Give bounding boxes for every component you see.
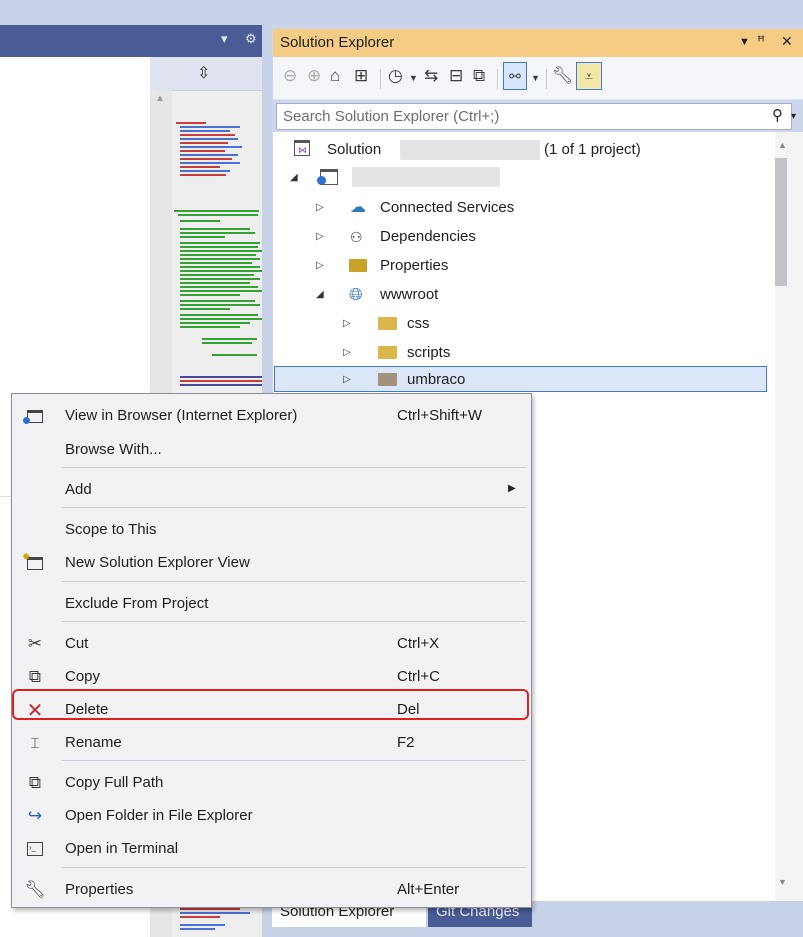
- properties-wrench-icon[interactable]: 🔧︎: [552, 66, 574, 86]
- switch-views-icon[interactable]: ⊞: [354, 66, 368, 86]
- window-position-dropdown-icon[interactable]: ▼: [739, 36, 750, 48]
- menu-separator: [61, 507, 526, 508]
- solution-label: Solution: [327, 141, 382, 158]
- redacted-solution-name: [400, 140, 540, 160]
- menu-item-open-in-terminal[interactable]: ›_ Open in Terminal: [12, 833, 531, 865]
- tree-item-label: Dependencies: [380, 228, 476, 245]
- copy-icon: ⧉: [28, 667, 42, 686]
- scroll-down-icon[interactable]: ▼: [778, 877, 787, 887]
- solution-explorer-search-input[interactable]: Search Solution Explorer (Ctrl+;) ⚲: [276, 103, 792, 130]
- copy-path-icon: ⧉: [28, 773, 42, 792]
- tree-scroll-thumb[interactable]: [775, 158, 787, 286]
- web-project-icon: [317, 169, 338, 185]
- search-placeholder: Search Solution Explorer (Ctrl+;): [283, 108, 500, 125]
- redacted-project-name: [352, 167, 500, 187]
- terminal-icon: ›_: [24, 838, 46, 860]
- filter-dropdown-icon[interactable]: ▼: [409, 73, 418, 83]
- scroll-up-icon[interactable]: ▲: [155, 93, 165, 104]
- tree-item-label: scripts: [407, 344, 451, 361]
- tab-dropdown-icon[interactable]: ▾: [221, 31, 228, 47]
- menu-separator: [61, 621, 526, 622]
- collapsed-arrow-icon[interactable]: ▷: [316, 224, 324, 250]
- close-icon[interactable]: ✕: [781, 33, 793, 50]
- window-frame-top: [0, 0, 803, 25]
- split-icon[interactable]: ⇳: [197, 63, 210, 83]
- wrench-folder-icon: [349, 259, 367, 272]
- menu-separator: [61, 867, 526, 868]
- sync-with-document-icon[interactable]: ⇆: [424, 66, 438, 86]
- menu-separator: [61, 467, 526, 468]
- menu-item-view-in-browser[interactable]: View in Browser (Internet Explorer) Ctrl…: [12, 400, 531, 432]
- collapse-all-icon[interactable]: ⊟: [449, 66, 463, 86]
- menu-item-open-folder-in-file-explorer[interactable]: ↪ Open Folder in File Explorer: [12, 800, 531, 832]
- wrench-icon: 🔧︎: [24, 880, 46, 899]
- menu-item-copy-full-path[interactable]: ⧉ Copy Full Path: [12, 767, 531, 799]
- menu-item-new-solution-explorer-view[interactable]: ✸ New Solution Explorer View: [12, 547, 531, 579]
- dependencies-icon: ⚇: [350, 229, 363, 245]
- menu-item-rename[interactable]: ⌶ Rename F2: [12, 727, 531, 759]
- expanded-arrow-icon[interactable]: ◢: [316, 282, 324, 308]
- show-all-files-icon[interactable]: ⧉: [473, 66, 485, 86]
- solution-explorer-titlebar: Solution Explorer ▼ ꟸ ✕: [273, 29, 803, 57]
- menu-item-cut[interactable]: ✂ Cut Ctrl+X: [12, 628, 531, 660]
- collapsed-arrow-icon[interactable]: ▷: [343, 367, 351, 393]
- open-folder-arrow-icon: ↪: [27, 806, 43, 825]
- view-dropdown-icon[interactable]: ▼: [531, 73, 540, 83]
- class-view-icon[interactable]: ⚯: [503, 62, 527, 90]
- back-icon[interactable]: ⊖: [283, 66, 297, 86]
- tree-item-label: css: [407, 315, 430, 332]
- solution-icon: ⋈: [294, 140, 310, 156]
- preview-selected-items-icon[interactable]: ⩡: [576, 62, 602, 90]
- menu-item-properties[interactable]: 🔧︎ Properties Alt+Enter: [12, 874, 531, 906]
- home-icon[interactable]: ⌂: [330, 66, 340, 86]
- tree-item-label: wwwroot: [380, 286, 439, 303]
- solution-explorer-toolbar: ⊖ ⊕ ⌂ ⊞ ◷ ▼ ⇆ ⊟ ⧉ ⚯ ▼ 🔧︎ ⩡: [273, 57, 803, 100]
- scissors-icon: ✂: [27, 634, 43, 653]
- tree-item-label: Properties: [380, 257, 449, 274]
- tree-item-label: umbraco: [407, 371, 466, 388]
- editor-tab-header: ▾ ⚙: [0, 25, 271, 57]
- folder-icon: [378, 373, 397, 386]
- context-menu: View in Browser (Internet Explorer) Ctrl…: [11, 393, 532, 908]
- new-view-icon: ✸: [22, 552, 46, 574]
- menu-separator: [61, 581, 526, 582]
- forward-icon[interactable]: ⊕: [307, 66, 321, 86]
- menu-item-scope-to-this[interactable]: Scope to This: [12, 514, 531, 546]
- cloud-gear-icon: ☁: [350, 199, 366, 216]
- collapsed-arrow-icon[interactable]: ▷: [343, 311, 351, 337]
- search-icon[interactable]: ⚲: [772, 106, 783, 124]
- collapsed-arrow-icon[interactable]: ▷: [343, 340, 351, 366]
- menu-item-browse-with[interactable]: Browse With...: [12, 434, 531, 466]
- collapsed-arrow-icon[interactable]: ▷: [316, 253, 324, 279]
- split-editor-handle[interactable]: ⇳: [150, 57, 262, 91]
- pin-icon[interactable]: ꟸ: [757, 33, 765, 50]
- solution-explorer-title: Solution Explorer: [280, 34, 395, 51]
- globe-icon: 🌐︎: [349, 285, 363, 304]
- menu-separator: [61, 760, 526, 761]
- collapsed-arrow-icon[interactable]: ▷: [316, 195, 324, 221]
- expanded-arrow-icon[interactable]: ◢: [290, 165, 298, 191]
- scroll-up-icon[interactable]: ▲: [778, 140, 787, 150]
- folder-icon: [378, 346, 397, 359]
- menu-item-exclude-from-project[interactable]: Exclude From Project: [12, 588, 531, 620]
- browser-icon: [23, 405, 46, 427]
- submenu-arrow-icon: ▶: [508, 483, 516, 494]
- gear-icon[interactable]: ⚙: [245, 31, 257, 47]
- solution-project-count: (1 of 1 project): [544, 141, 641, 158]
- rename-icon: ⌶: [30, 734, 40, 752]
- search-options-dropdown-icon[interactable]: ▾: [791, 103, 803, 130]
- menu-item-add[interactable]: Add ▶: [12, 474, 531, 506]
- folder-icon: [378, 317, 397, 330]
- tree-item-label: Connected Services: [380, 199, 515, 216]
- delete-highlight-annotation: [12, 689, 529, 720]
- pending-changes-filter-icon[interactable]: ◷: [388, 66, 403, 86]
